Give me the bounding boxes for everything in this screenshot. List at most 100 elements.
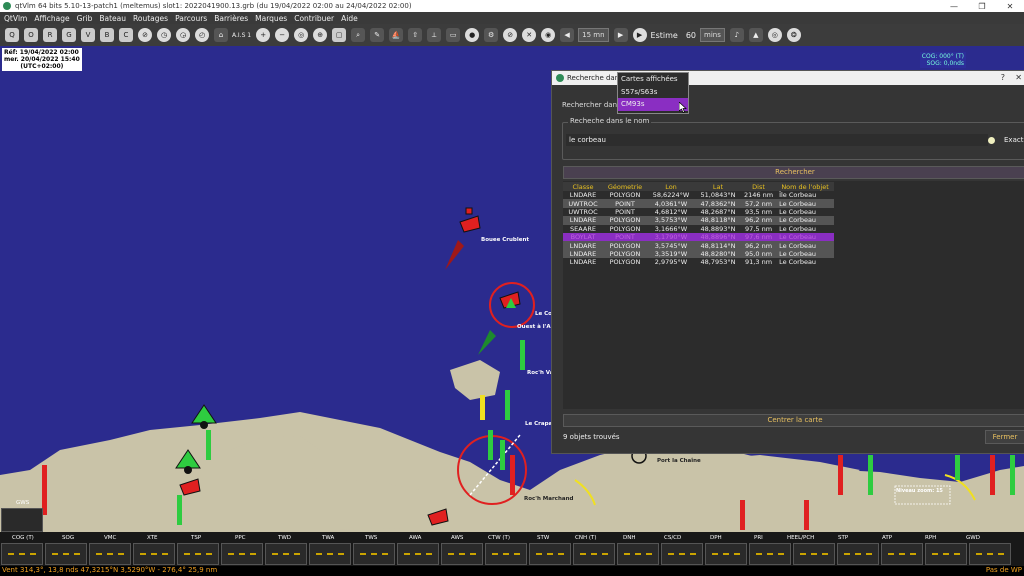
help-button[interactable]: ? (1001, 73, 1005, 82)
inst-value[interactable] (485, 543, 527, 565)
dropdown-option-cartes[interactable]: Cartes affichées (618, 73, 688, 86)
inst-value[interactable] (353, 543, 395, 565)
table-row[interactable]: LNDARE POLYGON 3,3519°W 48,8280°N 95,0 nm Le … (563, 249, 835, 259)
menu-aide[interactable]: Aide (341, 14, 358, 23)
close-button[interactable]: Fermer (985, 430, 1024, 444)
ais-label[interactable]: A.I.S 1 (232, 32, 251, 39)
target-icon[interactable]: ◎ (767, 28, 782, 42)
table-row[interactable]: LNDARE POLYGON 58,6224°W 51,0843°N 2146 nm Îl… (563, 191, 834, 199)
col-lon[interactable]: Lon (647, 182, 695, 191)
menu-parcours[interactable]: Parcours (175, 14, 207, 23)
time-now-icon[interactable]: ◴ (195, 28, 209, 42)
quit-icon[interactable]: Q (5, 28, 19, 42)
inst-value[interactable] (617, 543, 659, 565)
next-step-icon[interactable]: ▶ (613, 28, 628, 42)
search-button[interactable]: Rechercher (563, 166, 1024, 179)
table-row-selected[interactable]: BOYLAT POINT 3,1790°W 48,8896°N 97,6 nm Le Co… (563, 232, 835, 242)
table-row[interactable]: LNDARE POLYGON 3,5745°W 48,8114°N 96,2 nm Le … (563, 241, 835, 250)
table-row[interactable]: LNDARE POLYGON 2,9795°W 48,7953°N 91,3 nm Le … (563, 258, 834, 266)
col-geometrie[interactable]: Géometrie (603, 182, 647, 191)
magnifier-icon[interactable]: ⌕ (351, 28, 366, 42)
table-row[interactable]: UWTROC POINT 4,0361°W 47,8362°N 57,2 nm Le Co… (563, 199, 835, 208)
measure-icon[interactable]: ⟂ (427, 28, 442, 42)
inst-value[interactable] (133, 543, 175, 565)
menu-marques[interactable]: Marques (255, 14, 287, 23)
inst-value[interactable] (221, 543, 263, 565)
table-row[interactable]: SEAARE POLYGON 3,1666°W 48,8893°N 97,5 nm Le … (563, 225, 834, 233)
inst-value[interactable] (969, 543, 1011, 565)
inst-value[interactable] (793, 543, 835, 565)
col-lat[interactable]: Lat (695, 182, 741, 191)
dropdown-option-cm93[interactable]: CM93s (618, 98, 688, 111)
no-entry-icon[interactable]: ⊘ (503, 28, 518, 42)
menu-affichage[interactable]: Affichage (34, 14, 69, 23)
menu-bateau[interactable]: Bateau (99, 14, 126, 23)
inst-value[interactable] (441, 543, 483, 565)
zoom-in-icon[interactable]: + (256, 28, 271, 42)
maximize-button[interactable]: ❐ (968, 0, 996, 12)
zoom-fit-icon[interactable]: ◎ (294, 28, 309, 42)
exact-radio[interactable] (988, 137, 995, 144)
col-nom[interactable]: Nom de l'objet (776, 182, 835, 191)
play-icon[interactable]: ▶ (632, 28, 647, 42)
lighthouse-icon[interactable]: ⌂ (214, 28, 228, 42)
time-step-select[interactable]: 15 mn (578, 28, 609, 42)
time-back-icon[interactable]: ◷ (157, 28, 171, 42)
duration-unit-select[interactable]: mins (700, 28, 725, 42)
table-row[interactable]: LNDARE POLYGON 3,5753°W 48,8118°N 96,2 nm Le … (563, 216, 835, 225)
menu-contribuer[interactable]: Contribuer (294, 14, 334, 23)
center-map-button[interactable]: Centrer la carte (563, 414, 1024, 427)
inst-value[interactable] (1, 543, 43, 565)
lifebuoy-icon[interactable]: ❂ (786, 28, 801, 42)
minimize-button[interactable]: — (940, 0, 968, 12)
open-icon[interactable]: O (24, 28, 38, 42)
pencil-icon[interactable]: ✎ (370, 28, 385, 42)
routing-icon[interactable]: ⚙ (484, 28, 499, 42)
select-area-icon[interactable]: ▢ (332, 28, 347, 42)
col-dist[interactable]: Dist (741, 182, 777, 191)
prev-step-icon[interactable]: ◀ (560, 28, 575, 42)
zoom-max-icon[interactable]: ⊕ (313, 28, 328, 42)
time-fwd-icon[interactable]: ◶ (176, 28, 190, 42)
duration-value[interactable]: 60 (686, 31, 696, 40)
zoom-out-icon[interactable]: − (275, 28, 290, 42)
inst-value[interactable] (89, 543, 131, 565)
inst-value[interactable] (573, 543, 615, 565)
inst-value[interactable] (529, 543, 571, 565)
menu-qtvlm[interactable]: QtVlm (4, 14, 27, 23)
inst-value[interactable] (925, 543, 967, 565)
c-icon[interactable]: C (119, 28, 133, 42)
grib-g-icon[interactable]: G (62, 28, 76, 42)
inst-value[interactable] (881, 543, 923, 565)
dropdown-option-s57[interactable]: S57s/S63s (618, 86, 688, 99)
name-search-input[interactable] (566, 134, 988, 146)
inst-value[interactable] (837, 543, 879, 565)
compass-icon[interactable]: ⊘ (138, 28, 152, 42)
inst-value[interactable] (749, 543, 791, 565)
warning-icon[interactable]: ▲ (748, 28, 763, 42)
gws-instrument[interactable]: GWS (1, 500, 43, 532)
inst-value[interactable] (265, 543, 307, 565)
barrier-icon[interactable]: B (100, 28, 114, 42)
arrow-up-icon[interactable]: ⇧ (408, 28, 423, 42)
close-window-button[interactable]: ✕ (996, 0, 1024, 12)
col-classe[interactable]: Classe (563, 182, 603, 191)
bell-icon[interactable]: ♪ (729, 28, 744, 42)
cross-icon[interactable]: ✕ (522, 28, 537, 42)
waypoint-icon[interactable]: ● (465, 28, 480, 42)
ruler-icon[interactable]: ▭ (446, 28, 461, 42)
menu-grib[interactable]: Grib (77, 14, 93, 23)
inst-value[interactable] (661, 543, 703, 565)
table-row[interactable]: UWTROC POINT 4,6812°W 48,2687°N 93,5 nm Le Co… (563, 208, 834, 216)
menu-routages[interactable]: Routages (133, 14, 168, 23)
inst-value[interactable] (177, 543, 219, 565)
v-icon[interactable]: V (81, 28, 95, 42)
dialog-close-icon[interactable]: ✕ (1015, 73, 1022, 82)
menu-barrieres[interactable]: Barrières (214, 14, 248, 23)
inst-value[interactable] (309, 543, 351, 565)
inst-value[interactable] (397, 543, 439, 565)
inst-value[interactable] (45, 543, 87, 565)
route-r-icon[interactable]: R (43, 28, 57, 42)
inst-value[interactable] (705, 543, 747, 565)
record-icon[interactable]: ◉ (541, 28, 556, 42)
